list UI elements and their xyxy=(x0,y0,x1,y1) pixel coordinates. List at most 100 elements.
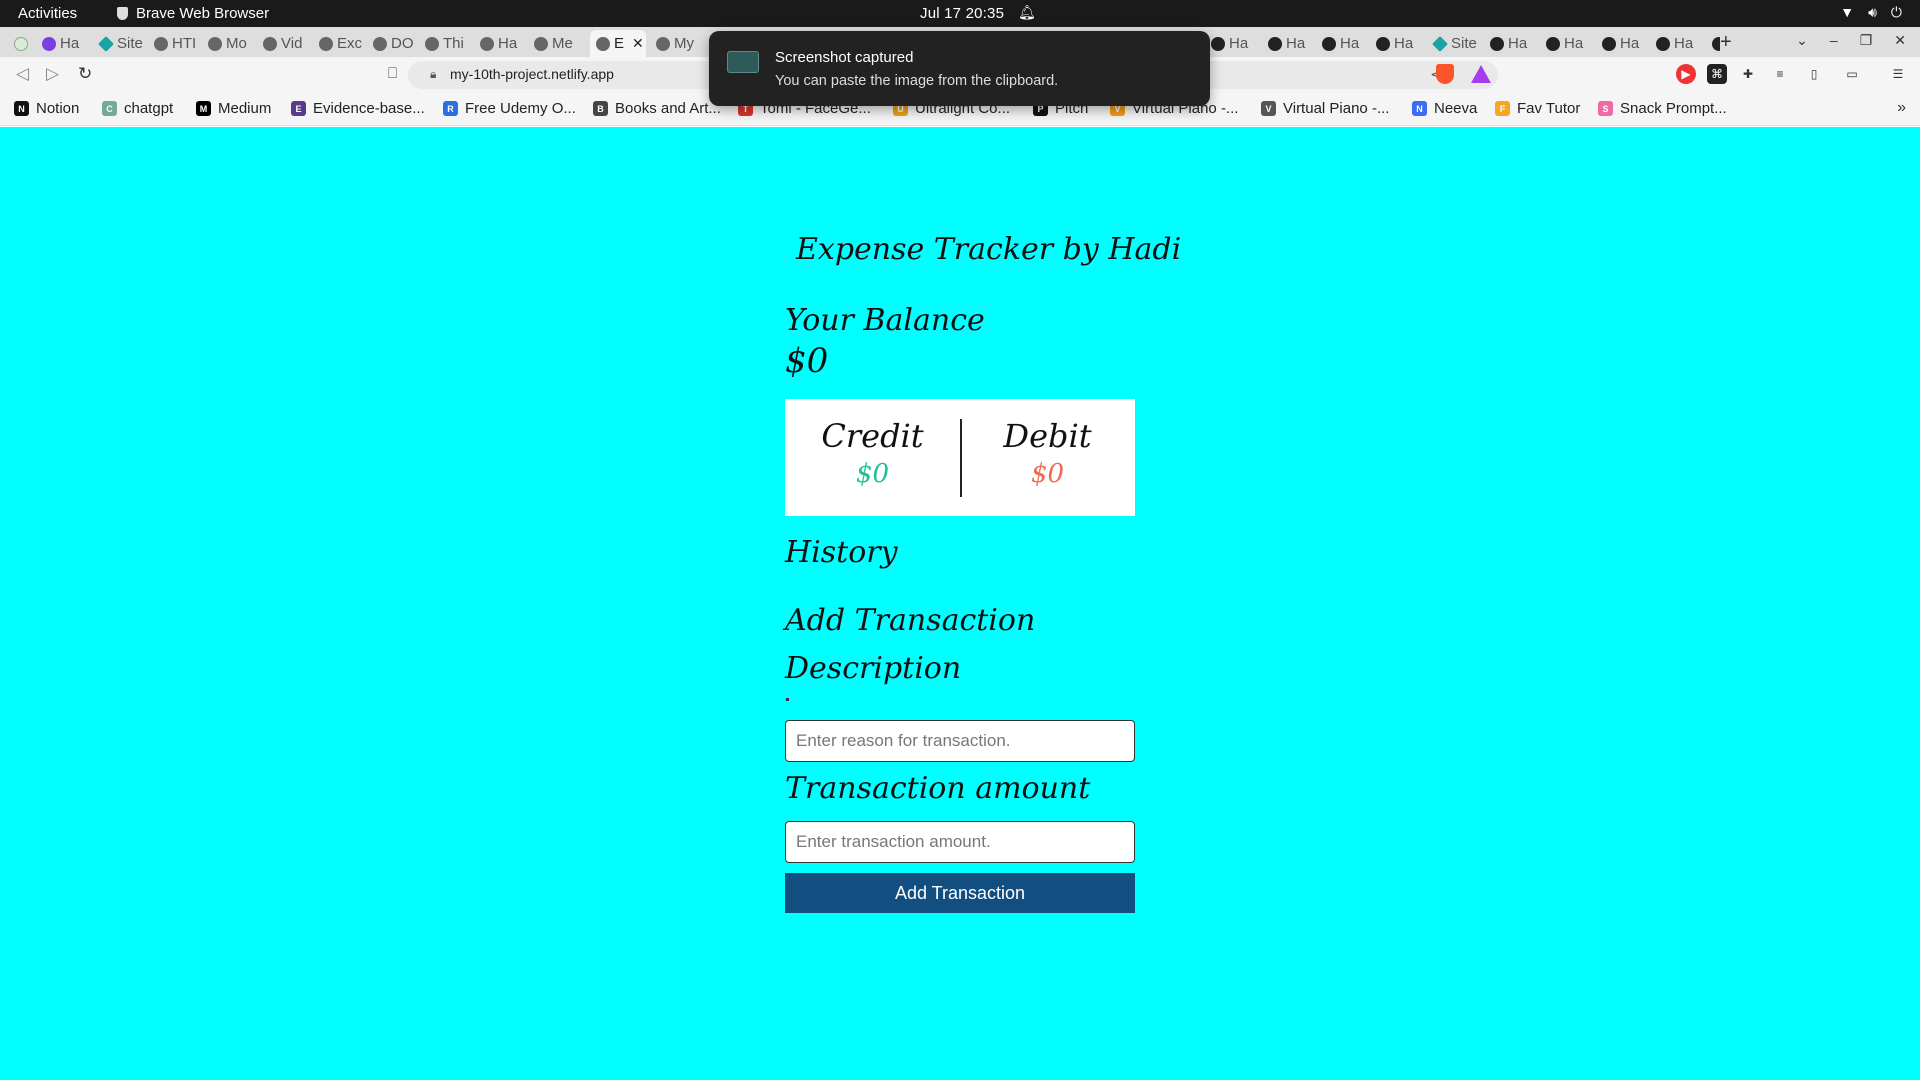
browser-tab[interactable]: Ha xyxy=(1262,30,1314,57)
browser-tab[interactable]: Ha xyxy=(1540,30,1594,57)
bookmark-label: Virtual Piano -... xyxy=(1283,100,1390,117)
volume-icon: 🔊︎ xyxy=(1868,4,1877,20)
minimize-icon[interactable]: – xyxy=(1830,32,1838,49)
browser-tab[interactable]: HTI xyxy=(148,30,200,57)
tab-label: E xyxy=(614,35,625,52)
bookmark-label: chatgpt xyxy=(124,100,174,117)
more-bookmarks-icon[interactable]: » xyxy=(1897,99,1906,117)
wallet-icon[interactable]: ▭ xyxy=(1842,64,1862,84)
page-content: Expense Tracker by Hadi Your Balance $0 … xyxy=(0,127,1920,1080)
purple-icon xyxy=(42,36,56,51)
bookmark-item[interactable]: S Snack Prompt... xyxy=(1598,100,1727,117)
browser-tab[interactable]: Ha xyxy=(474,30,526,57)
balance-value: $0 xyxy=(785,341,829,381)
browser-tab[interactable]: Ha xyxy=(1650,30,1704,57)
tab-label: HTI xyxy=(172,35,197,52)
clock[interactable]: Jul 17 20:35 xyxy=(920,5,1004,22)
add-transaction-heading: Add Transaction xyxy=(785,603,1036,638)
add-transaction-button[interactable]: Add Transaction xyxy=(785,873,1135,913)
globe-icon xyxy=(480,36,494,51)
bookmark-item[interactable]: F Fav Tutor xyxy=(1495,100,1580,117)
bookmark-item[interactable]: B Books and Art... xyxy=(593,100,721,117)
browser-tab[interactable]: Thi xyxy=(419,30,471,57)
browser-tab[interactable]: Ha xyxy=(1316,30,1368,57)
browser-tab[interactable]: My xyxy=(650,30,702,57)
system-top-bar: Activities Brave Web Browser Jul 17 20:3… xyxy=(0,0,1920,27)
menu-icon[interactable]: ☰ xyxy=(1888,64,1908,84)
bookmark-item[interactable]: E Evidence-base... xyxy=(291,100,425,117)
stray-mark xyxy=(786,698,789,701)
browser-tab[interactable]: Site xyxy=(1427,30,1481,57)
bookmark-item[interactable]: R Free Udemy O... xyxy=(443,100,576,117)
amount-input[interactable] xyxy=(785,821,1135,863)
bookmark-item[interactable]: V Virtual Piano -... xyxy=(1261,100,1389,117)
github-icon xyxy=(1268,36,1282,51)
credit-label: Credit xyxy=(821,417,924,455)
tab-label: Ha xyxy=(1394,35,1414,52)
bookmark-item[interactable]: N Notion xyxy=(14,100,79,117)
close-window-icon[interactable]: ✕ xyxy=(1894,32,1906,49)
tab-label: DO xyxy=(391,35,414,52)
globe-icon xyxy=(263,36,277,51)
forward-icon[interactable]: ▷ xyxy=(46,64,59,84)
bookmark-favicon-icon: B xyxy=(593,101,608,116)
browser-tab[interactable]: Ha xyxy=(36,30,90,57)
app-title: Expense Tracker by Hadi xyxy=(796,232,1182,267)
screenshot-icon xyxy=(727,51,759,73)
window-controls: ⌄ – ❐ ✕ xyxy=(1796,32,1906,49)
bookmark-favicon-icon: M xyxy=(196,101,211,116)
tab-label: Vid xyxy=(281,35,303,52)
browser-tab[interactable]: Ha xyxy=(1370,30,1424,57)
extensions-puzzle-icon[interactable]: ✚ xyxy=(1738,64,1758,84)
diamond-icon xyxy=(98,35,114,52)
tab-search-icon[interactable]: ⌄ xyxy=(1796,32,1808,49)
browser-tab[interactable]: Ha xyxy=(1706,30,1720,57)
github-icon xyxy=(1490,36,1504,51)
browser-tab[interactable]: Exc xyxy=(313,30,365,57)
playlist-icon[interactable]: ≡ xyxy=(1770,64,1790,84)
browser-tab[interactable]: DO xyxy=(367,30,417,57)
tab-label: Ha xyxy=(1564,35,1584,52)
bookmark-item[interactable]: N Neeva xyxy=(1412,100,1477,117)
sidebar-icon[interactable]: ▯ xyxy=(1804,64,1824,84)
bookmark-favicon-icon: E xyxy=(291,101,306,116)
app-menu[interactable]: Brave Web Browser xyxy=(117,5,269,22)
brave-shields-icon[interactable] xyxy=(1436,64,1454,84)
browser-tab[interactable] xyxy=(8,30,34,57)
browser-tab[interactable]: Me xyxy=(528,30,584,57)
globe-icon xyxy=(534,36,548,51)
screenshot-notification[interactable]: Screenshot captured You can paste the im… xyxy=(709,31,1210,106)
reload-icon[interactable]: ↻ xyxy=(78,64,92,84)
wifi-icon: ▼ xyxy=(1840,4,1855,20)
browser-tab[interactable]: Ha xyxy=(1596,30,1650,57)
browser-tab[interactable]: Ha xyxy=(1205,30,1259,57)
bookmark-item[interactable]: Cchatgpt xyxy=(102,100,173,117)
bookmark-label: Medium xyxy=(218,100,272,117)
system-tray[interactable]: ▼ 🔊︎ ⏻ xyxy=(1840,4,1902,21)
lock-icon: 🔒︎ xyxy=(430,67,437,81)
notification-body: You can paste the image from the clipboa… xyxy=(775,73,1059,89)
browser-tab[interactable]: Mo xyxy=(202,30,254,57)
tab-label: Ha xyxy=(498,35,518,52)
debit-label: Debit xyxy=(1003,417,1092,455)
brave-rewards-icon[interactable] xyxy=(1471,65,1491,83)
maximize-icon[interactable]: ❐ xyxy=(1860,32,1873,49)
browser-tab[interactable]: Vid xyxy=(257,30,309,57)
extension-icon[interactable]: ⌘ xyxy=(1707,64,1727,84)
description-input[interactable] xyxy=(785,720,1135,762)
globe-icon xyxy=(656,36,670,51)
close-tab-icon[interactable]: ✕ xyxy=(632,35,644,52)
brave-lion-icon xyxy=(117,7,128,20)
browser-tab[interactable]: E ✕ xyxy=(590,30,646,57)
tab-label: Ha xyxy=(60,35,80,52)
tab-label: Ha xyxy=(1340,35,1360,52)
browser-tab[interactable]: Ha xyxy=(1484,30,1538,57)
bookmark-label: Evidence-base... xyxy=(313,100,425,117)
activities-button[interactable]: Activities xyxy=(18,5,77,22)
record-extension-icon[interactable]: ▶ xyxy=(1676,64,1696,84)
browser-tab[interactable]: Site xyxy=(93,30,145,57)
bookmark-icon[interactable]: ⎕ xyxy=(388,65,397,82)
back-icon[interactable]: ◁ xyxy=(16,64,29,84)
new-tab-button[interactable]: + xyxy=(1720,31,1732,54)
bookmark-item[interactable]: M Medium xyxy=(196,100,271,117)
